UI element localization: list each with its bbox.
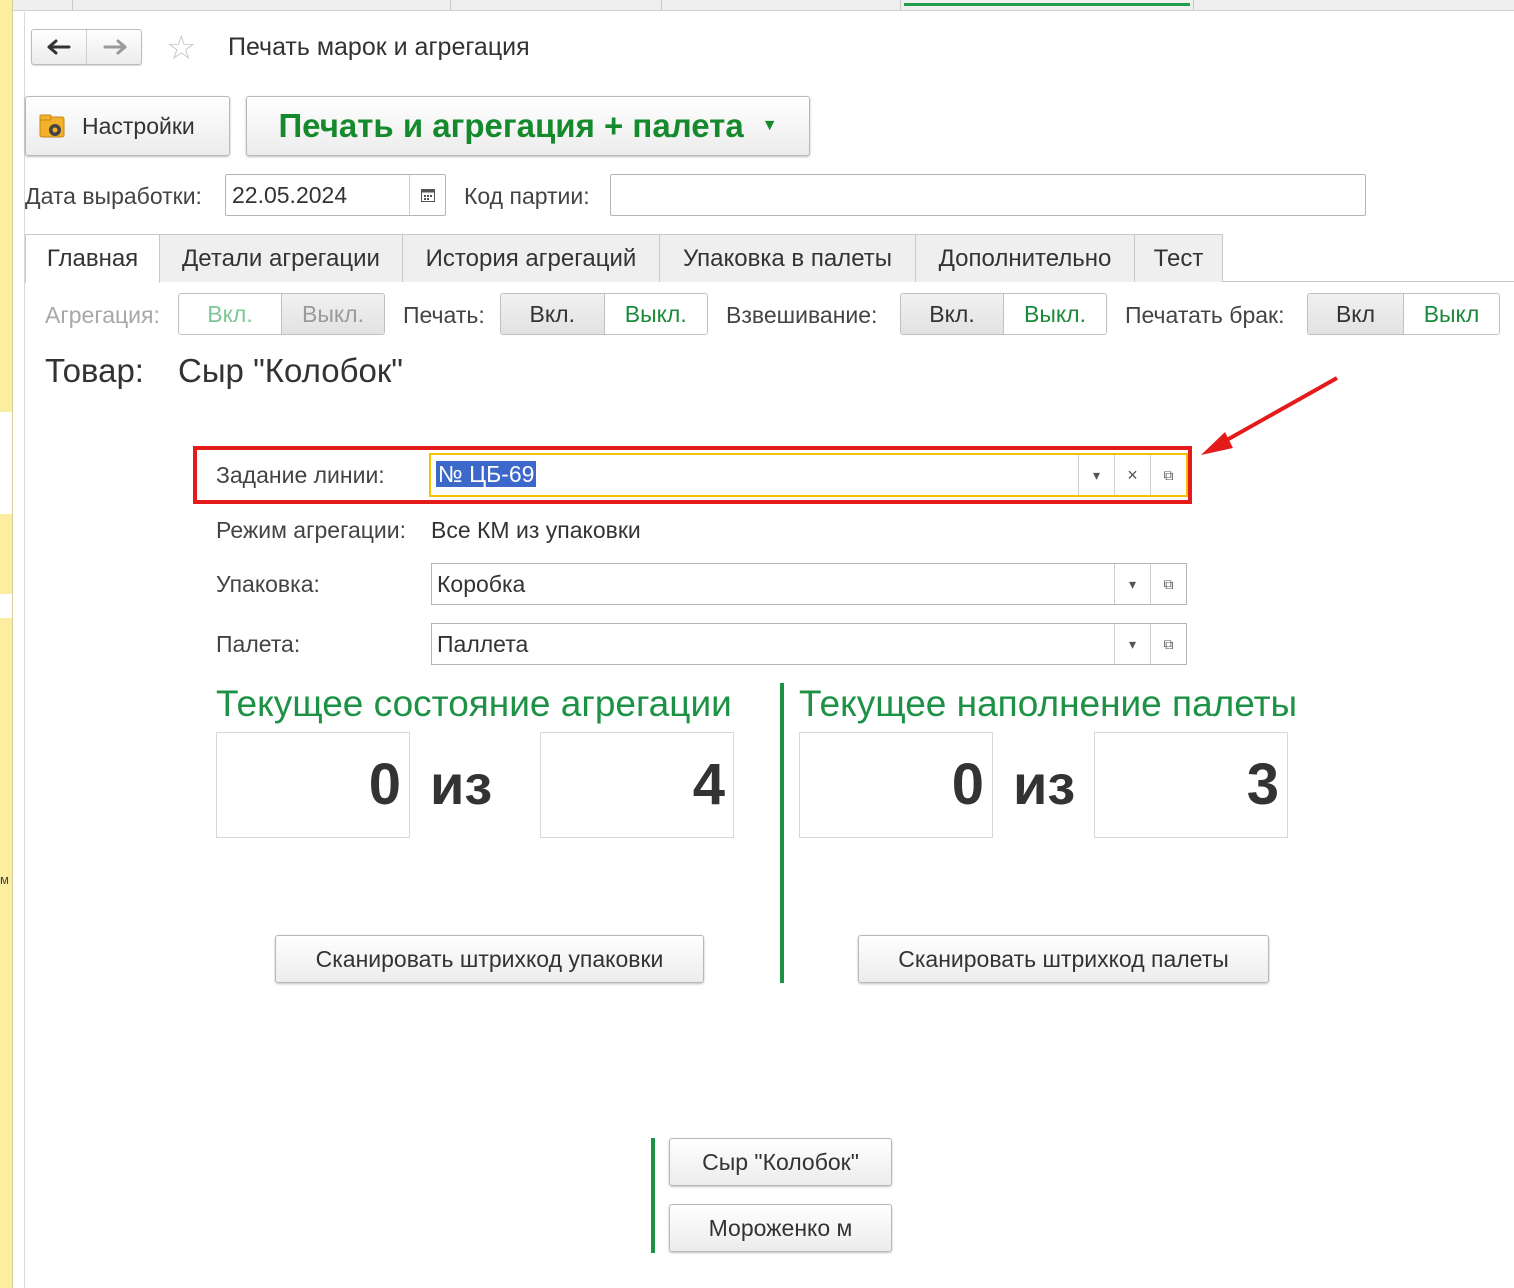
pallet-value: Паллета: [437, 631, 529, 657]
print-on-option[interactable]: Вкл.: [501, 294, 605, 334]
aggregation-total-counter: 4: [540, 732, 734, 838]
aggregation-current-counter: 0: [216, 732, 410, 838]
favorite-star-icon[interactable]: ☆: [166, 30, 196, 66]
package-value: Коробка: [437, 571, 526, 597]
aggregation-of-label: из: [430, 753, 493, 816]
weighing-toggle-label: Взвешивание:: [726, 302, 878, 328]
product-button-morozhenko[interactable]: Мороженко м: [669, 1204, 892, 1252]
print-aggregation-menu-button[interactable]: Печать и агрегация + палета ▼: [246, 96, 810, 156]
settings-button[interactable]: Настройки: [25, 96, 230, 156]
print-toggle[interactable]: Вкл. Выкл.: [500, 293, 708, 335]
print-defect-on-option[interactable]: Вкл: [1308, 294, 1404, 334]
print-toggle-label: Печать:: [403, 302, 485, 328]
clear-icon[interactable]: ×: [1114, 455, 1150, 495]
pallet-total-counter: 3: [1094, 732, 1288, 838]
print-off-option[interactable]: Выкл.: [604, 294, 707, 334]
open-window-icon[interactable]: ⧉: [1150, 624, 1186, 664]
arrow-left-icon: [47, 39, 71, 55]
pallet-of-label: из: [1013, 753, 1076, 816]
package-field[interactable]: Коробка ▾ ⧉: [431, 563, 1187, 605]
arrow-right-icon: [103, 39, 126, 55]
tab-aggregation-details[interactable]: Детали агрегации: [159, 234, 403, 282]
settings-gear-icon: [38, 111, 68, 141]
page-title: Печать марок и агрегация: [228, 33, 530, 61]
aggregation-on-option[interactable]: Вкл.: [179, 294, 281, 334]
batch-code-label: Код партии:: [464, 183, 590, 209]
section-divider: [780, 683, 784, 983]
product-button-syr-kolobok[interactable]: Сыр "Колобок": [669, 1138, 892, 1186]
production-date-field[interactable]: 22.05.2024: [225, 174, 446, 216]
production-date-label: Дата выработки:: [25, 183, 202, 209]
weighing-off-option[interactable]: Выкл.: [1004, 294, 1106, 334]
print-defect-toggle-label: Печатать брак:: [1125, 302, 1285, 328]
tab-additional[interactable]: Дополнительно: [915, 234, 1135, 282]
batch-code-field[interactable]: [610, 174, 1366, 216]
aggregation-mode-value: Все КМ из упаковки: [431, 517, 641, 543]
product-value: Сыр "Колобок": [178, 352, 404, 389]
tab-test[interactable]: Тест: [1134, 234, 1223, 282]
pallet-label: Палета:: [216, 631, 301, 657]
aggregation-state-title: Текущее состояние агрегации: [216, 683, 732, 724]
product-label: Товар:: [45, 352, 144, 389]
line-task-value: № ЦБ-69: [436, 461, 537, 487]
line-task-label: Задание линии:: [216, 462, 385, 488]
weighing-on-option[interactable]: Вкл.: [901, 294, 1004, 334]
print-defect-off-option[interactable]: Выкл: [1404, 294, 1499, 334]
pallet-field[interactable]: Паллета ▾ ⧉: [431, 623, 1187, 665]
aggregation-off-option[interactable]: Выкл.: [281, 294, 384, 334]
navigation-buttons: [31, 29, 142, 65]
chevron-down-icon: ▼: [761, 117, 778, 134]
annotation-arrow-icon: [1201, 376, 1338, 455]
open-window-icon[interactable]: ⧉: [1150, 455, 1186, 495]
print-menu-label: Печать и агрегация + палета: [278, 107, 744, 144]
settings-label: Настройки: [82, 112, 195, 139]
production-date-value: 22.05.2024: [232, 182, 348, 208]
active-window-tab-indicator[interactable]: [904, 3, 1190, 6]
product-buttons-divider: [651, 1138, 655, 1253]
calendar-icon[interactable]: [409, 175, 445, 215]
pallet-current-counter: 0: [799, 732, 993, 838]
forward-button[interactable]: [87, 30, 142, 64]
line-task-field[interactable]: № ЦБ-69 ▾ × ⧉: [429, 453, 1188, 497]
window-tabs-strip: [13, 0, 1514, 11]
package-label: Упаковка:: [216, 571, 320, 597]
back-button[interactable]: [32, 30, 87, 64]
dropdown-arrow-icon[interactable]: ▾: [1114, 564, 1150, 604]
left-side-panel: м: [0, 0, 13, 1288]
tab-pallet-packing[interactable]: Упаковка в палеты: [659, 234, 916, 282]
tab-aggregation-history[interactable]: История агрегаций: [402, 234, 660, 282]
dropdown-arrow-icon[interactable]: ▾: [1114, 624, 1150, 664]
aggregation-toggle[interactable]: Вкл. Выкл.: [178, 293, 385, 335]
open-window-icon[interactable]: ⧉: [1150, 564, 1186, 604]
print-defect-toggle[interactable]: Вкл Выкл: [1307, 293, 1500, 335]
pallet-state-title: Текущее наполнение палеты: [799, 683, 1298, 724]
aggregation-toggle-label: Агрегация:: [45, 302, 160, 328]
aggregation-mode-label: Режим агрегации:: [216, 517, 406, 543]
left-strip-text: м: [0, 872, 9, 887]
scan-pallet-barcode-button[interactable]: Сканировать штрихкод палеты: [858, 935, 1269, 983]
dropdown-arrow-icon[interactable]: ▾: [1078, 455, 1114, 495]
tab-main[interactable]: Главная: [25, 234, 160, 283]
weighing-toggle[interactable]: Вкл. Выкл.: [900, 293, 1107, 335]
scan-package-barcode-button[interactable]: Сканировать штрихкод упаковки: [275, 935, 704, 983]
